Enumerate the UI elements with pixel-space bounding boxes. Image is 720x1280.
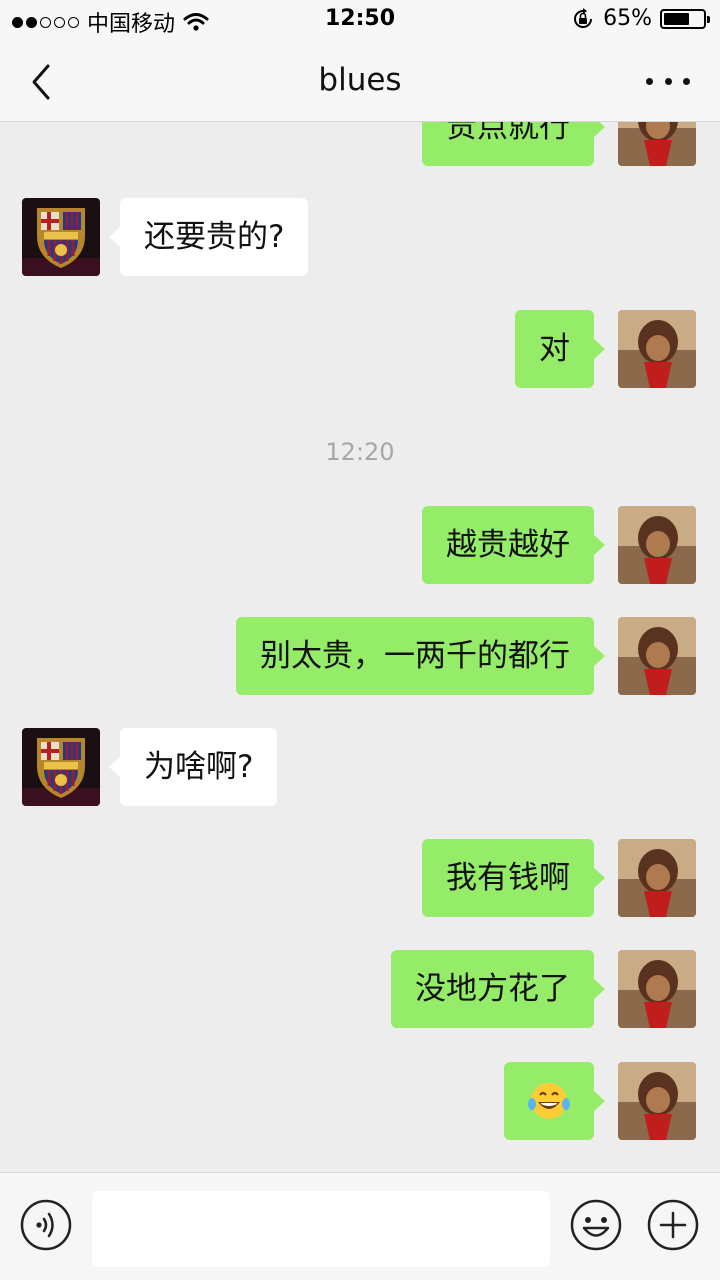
message-bubble[interactable]: 对: [515, 310, 605, 388]
my-avatar[interactable]: [618, 1062, 696, 1140]
nav-bar: blues: [0, 40, 720, 122]
plus-icon: [647, 1199, 699, 1251]
more-functions-button[interactable]: [647, 1199, 699, 1251]
time-divider: 12:20: [325, 438, 395, 466]
my-avatar[interactable]: [618, 506, 696, 584]
my-avatar[interactable]: [618, 617, 696, 695]
message-input[interactable]: [92, 1191, 550, 1267]
message-bubble[interactable]: 还要贵的?: [108, 198, 309, 276]
message-bubble[interactable]: 别太贵，一两千的都行: [236, 617, 605, 695]
input-bar: [0, 1172, 720, 1280]
back-button[interactable]: [26, 62, 62, 102]
more-options-button[interactable]: [646, 66, 690, 96]
my-avatar[interactable]: [618, 839, 696, 917]
my-avatar[interactable]: [618, 122, 696, 166]
voice-button[interactable]: [20, 1199, 72, 1251]
peer-avatar[interactable]: [22, 728, 100, 806]
peer-avatar[interactable]: [22, 198, 100, 276]
battery-level: [664, 12, 689, 25]
rotation-lock-icon: [574, 7, 593, 28]
message-bubble[interactable]: 贵点就行: [422, 122, 605, 166]
my-avatar[interactable]: [618, 310, 696, 388]
message-bubble[interactable]: 越贵越好: [422, 506, 605, 584]
my-avatar[interactable]: [618, 950, 696, 1028]
chat-title: blues: [318, 62, 402, 98]
emoji-icon: [570, 1199, 622, 1251]
battery-percent: 65%: [603, 6, 652, 31]
battery-icon: [660, 8, 710, 29]
voice-icon: [20, 1199, 72, 1251]
chevron-left-icon: [32, 64, 50, 100]
message-bubble[interactable]: [504, 1062, 605, 1140]
message-bubble[interactable]: 我有钱啊: [422, 839, 605, 917]
emoji-button[interactable]: [570, 1199, 622, 1251]
message-list[interactable]: 贵点就行 还要贵的? 对 12:20 越贵越好 别太贵，一两千的都行 为啥啊? …: [0, 122, 720, 1172]
more-dots-icon: [646, 77, 653, 85]
message-bubble[interactable]: 没地方花了: [391, 950, 605, 1028]
status-bar: 中国移动 12:50 65%: [0, 0, 720, 40]
tears-of-joy-emoji-icon: [528, 1083, 570, 1119]
message-bubble[interactable]: 为啥啊?: [108, 728, 278, 806]
